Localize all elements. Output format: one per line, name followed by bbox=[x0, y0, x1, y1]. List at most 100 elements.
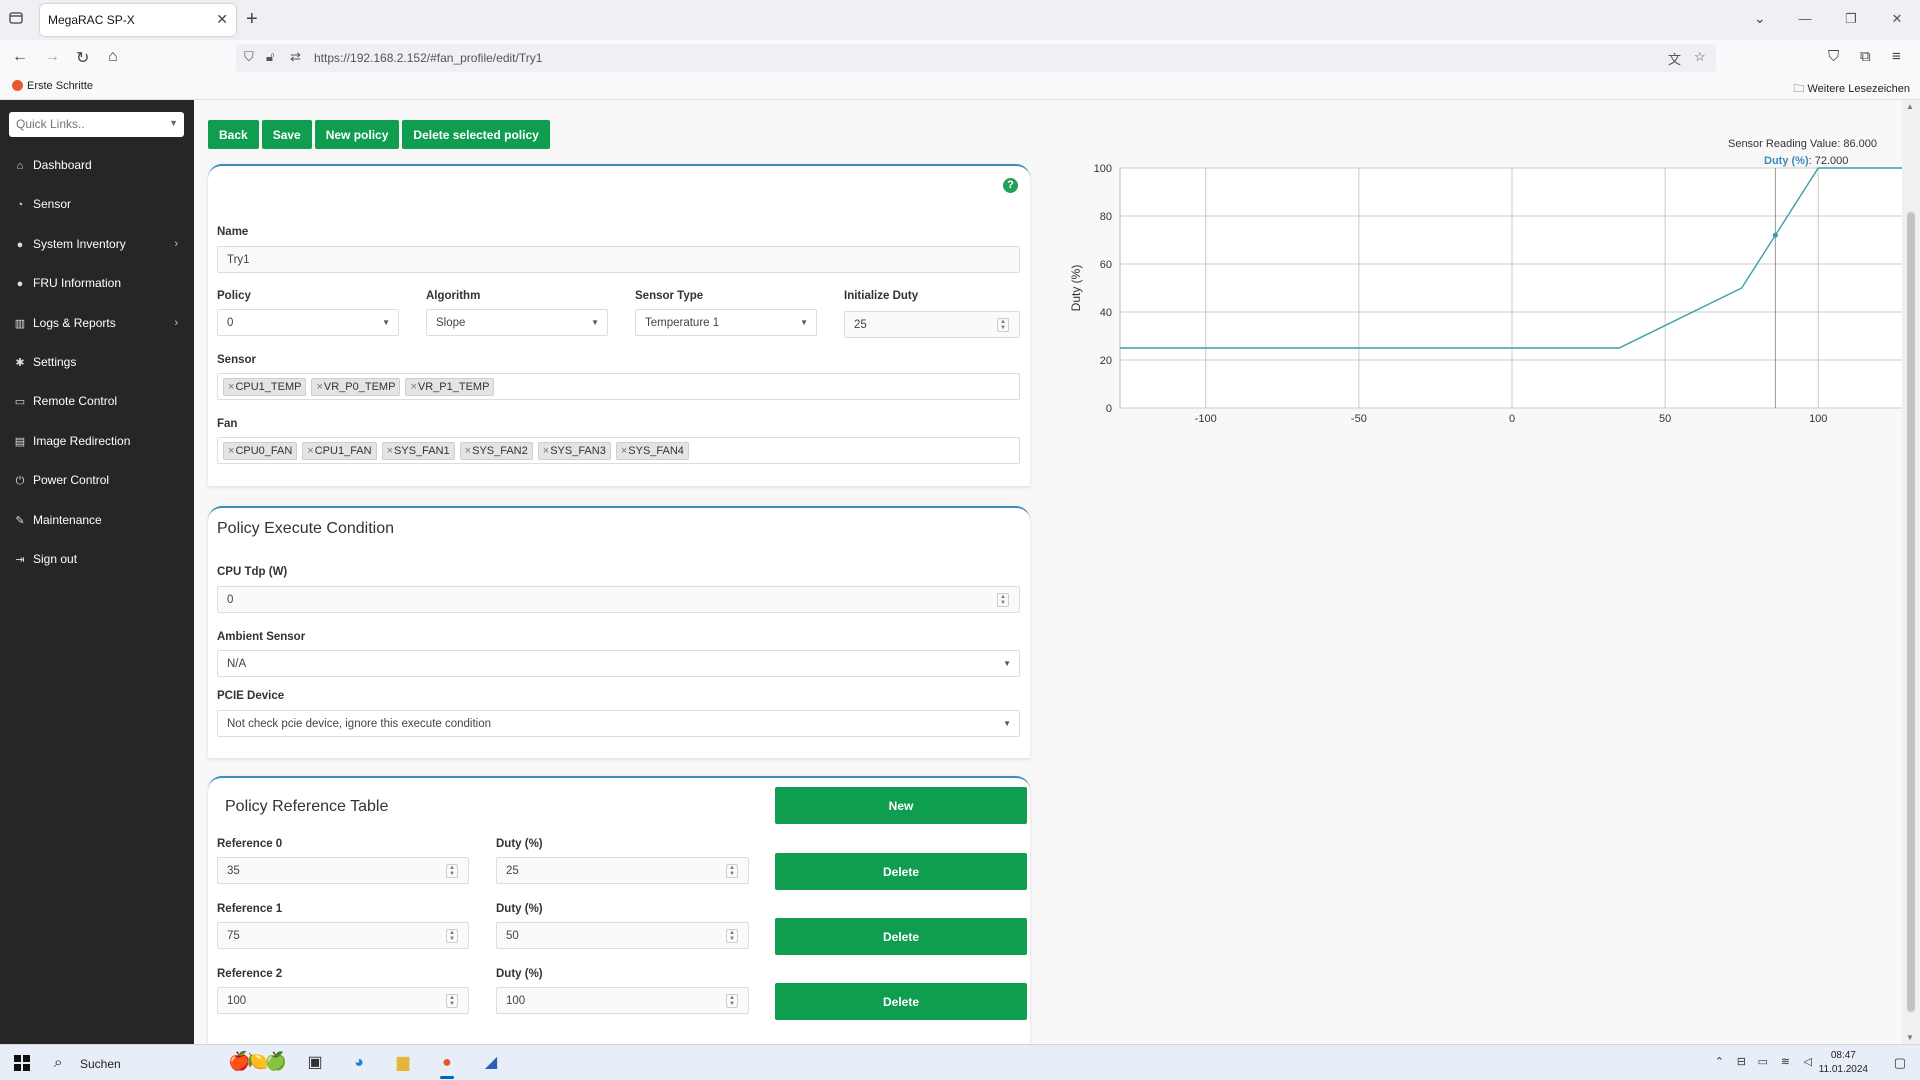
new-policy-button[interactable]: New policy bbox=[314, 120, 400, 149]
sidebar-item-remote-control[interactable]: ▭ Remote Control bbox=[0, 382, 194, 421]
file-explorer-icon[interactable]: ▆ bbox=[390, 1051, 416, 1075]
permissions-icon[interactable]: ⇄ bbox=[290, 49, 301, 65]
menu-icon[interactable]: ≡ bbox=[1892, 48, 1901, 65]
star-icon[interactable]: ☆ bbox=[1694, 49, 1706, 65]
remove-tag-icon[interactable]: × bbox=[316, 381, 322, 393]
caret-down-icon[interactable]: ▼ bbox=[169, 118, 178, 128]
tab-list-icon[interactable] bbox=[8, 10, 28, 30]
duty-value-stepper[interactable]: 50 ▲ ▼ bbox=[496, 922, 749, 949]
tag-chip[interactable]: ×SYS_FAN2 bbox=[459, 442, 533, 460]
sensor-multiselect[interactable]: ×CPU1_TEMP ×VR_P0_TEMP ×VR_P1_TEMP bbox=[217, 373, 1020, 400]
taskbar-clock[interactable]: 08:47 11.01.2024 bbox=[1819, 1049, 1868, 1077]
tag-chip[interactable]: ×CPU1_FAN bbox=[302, 442, 377, 460]
tag-chip[interactable]: ×CPU1_TEMP bbox=[223, 378, 307, 396]
url-text[interactable]: https://192.168.2.152/#fan_profile/edit/… bbox=[314, 51, 542, 65]
spinner-icon[interactable]: ▲ ▼ bbox=[726, 929, 738, 943]
bookmark-getting-started[interactable]: Erste Schritte bbox=[12, 80, 93, 92]
sidebar-item-settings[interactable]: ✱ Settings bbox=[0, 343, 194, 382]
wifi-icon[interactable]: ≋ bbox=[1781, 1055, 1790, 1068]
battery-icon[interactable]: ▭ bbox=[1758, 1055, 1768, 1068]
tag-chip[interactable]: ×VR_P1_TEMP bbox=[405, 378, 495, 396]
scrollbar-thumb[interactable] bbox=[1907, 212, 1915, 1012]
new-tab-icon[interactable]: + bbox=[246, 8, 258, 31]
sensor-type-select[interactable]: Temperature 1 ▼ bbox=[635, 309, 817, 336]
tag-chip[interactable]: ×SYS_FAN3 bbox=[537, 442, 611, 460]
sidebar-item-power-control[interactable]: ⏻ Power Control bbox=[0, 461, 194, 500]
sidebar-item-system-inventory[interactable]: ● System Inventory › bbox=[0, 225, 194, 264]
name-input[interactable]: Try1 bbox=[217, 246, 1020, 273]
fan-multiselect[interactable]: ×CPU0_FAN ×CPU1_FAN ×SYS_FAN1 ×SYS_FAN2 ×SYS… bbox=[217, 437, 1020, 464]
spinner-icon[interactable]: ▲ ▼ bbox=[726, 994, 738, 1008]
remove-tag-icon[interactable]: × bbox=[543, 445, 549, 457]
duty-value-stepper[interactable]: 100 ▲ ▼ bbox=[496, 987, 749, 1014]
scroll-down-icon[interactable]: ▼ bbox=[1906, 1033, 1914, 1042]
spinner-icon[interactable]: ▲ ▼ bbox=[997, 593, 1009, 607]
tag-chip[interactable]: ×CPU0_FAN bbox=[223, 442, 298, 460]
chevron-up-icon[interactable]: ⌃ bbox=[1715, 1055, 1724, 1068]
remote-desktop-icon[interactable]: ◢ bbox=[478, 1051, 504, 1075]
sidebar-item-image-redirection[interactable]: ▤ Image Redirection bbox=[0, 422, 194, 461]
help-icon[interactable]: ? bbox=[1003, 178, 1018, 193]
browser-tab[interactable]: MegaRAC SP-X ✕ bbox=[40, 4, 236, 36]
sidebar-item-logs-reports[interactable]: ▥ Logs & Reports › bbox=[0, 304, 194, 343]
remove-tag-icon[interactable]: × bbox=[387, 445, 393, 457]
edge-icon[interactable]: ◕ bbox=[346, 1051, 372, 1075]
duty-value-stepper[interactable]: 25 ▲ ▼ bbox=[496, 857, 749, 884]
sidebar-item-fru-information[interactable]: ● FRU Information bbox=[0, 264, 194, 303]
reference-value-stepper[interactable]: 100 ▲ ▼ bbox=[217, 987, 469, 1014]
windows-start-icon[interactable] bbox=[14, 1055, 30, 1071]
policy-select[interactable]: 0 ▼ bbox=[217, 309, 399, 336]
spinner-icon[interactable]: ▲ ▼ bbox=[726, 864, 738, 878]
delete-reference-button[interactable]: Delete bbox=[775, 853, 1027, 890]
sidebar-item-maintenance[interactable]: ✎ Maintenance bbox=[0, 501, 194, 540]
firefox-icon[interactable]: ● bbox=[434, 1051, 460, 1079]
remove-tag-icon[interactable]: × bbox=[465, 445, 471, 457]
task-view-icon[interactable]: ▣ bbox=[302, 1051, 328, 1075]
lock-icon[interactable]: 🔓︎ bbox=[266, 49, 274, 65]
pocket-icon[interactable]: ⛉ bbox=[1828, 48, 1839, 65]
reference-value-stepper[interactable]: 35 ▲ ▼ bbox=[217, 857, 469, 884]
network-drive-icon[interactable]: ⊟ bbox=[1737, 1055, 1746, 1068]
ambient-sensor-select[interactable]: N/A ▼ bbox=[217, 650, 1020, 677]
forward-arrow-icon[interactable]: → bbox=[44, 48, 60, 66]
home-icon[interactable]: ⌂ bbox=[108, 48, 118, 66]
init-duty-stepper[interactable]: 25 ▲ ▼ bbox=[844, 311, 1020, 338]
close-window-icon[interactable]: ✕ bbox=[1874, 0, 1920, 40]
quick-links-select[interactable]: ▼ bbox=[9, 112, 184, 137]
notifications-icon[interactable]: ▢ bbox=[1894, 1055, 1906, 1071]
shield-icon[interactable]: ⛉ bbox=[244, 49, 254, 65]
spinner-icon[interactable]: ▲ ▼ bbox=[446, 929, 458, 943]
sidebar-item-sensor[interactable]: ◔ Sensor bbox=[0, 185, 194, 224]
reference-value-stepper[interactable]: 75 ▲ ▼ bbox=[217, 922, 469, 949]
quick-links-input[interactable] bbox=[9, 112, 159, 135]
tag-chip[interactable]: ×SYS_FAN1 bbox=[381, 442, 455, 460]
page-scrollbar[interactable]: ▲ ▼ bbox=[1902, 100, 1920, 1044]
extensions-icon[interactable]: ⧉ bbox=[1860, 48, 1871, 65]
delete-policy-button[interactable]: Delete selected policy bbox=[402, 120, 550, 149]
cpu-tdp-stepper[interactable]: 0 ▲ ▼ bbox=[217, 586, 1020, 613]
restore-icon[interactable]: ❐ bbox=[1828, 0, 1874, 40]
back-button[interactable]: Back bbox=[208, 120, 259, 149]
sidebar-item-sign-out[interactable]: ⇥ Sign out bbox=[0, 540, 194, 579]
taskbar-search[interactable]: ⌕ Suchen bbox=[46, 1048, 226, 1078]
spinner-icon[interactable]: ▲ ▼ bbox=[446, 864, 458, 878]
sidebar-item-dashboard[interactable]: ⌂ Dashboard bbox=[0, 146, 194, 185]
scroll-up-icon[interactable]: ▲ bbox=[1906, 102, 1914, 111]
back-arrow-icon[interactable]: ← bbox=[12, 48, 28, 66]
delete-reference-button[interactable]: Delete bbox=[775, 983, 1027, 1020]
tag-chip[interactable]: ×SYS_FAN4 bbox=[615, 442, 689, 460]
close-tab-icon[interactable]: ✕ bbox=[216, 11, 228, 28]
fruit-widget-icon[interactable]: 🍎🍋🍏 bbox=[228, 1051, 287, 1072]
remove-tag-icon[interactable]: × bbox=[228, 445, 234, 457]
chevron-down-icon[interactable]: ⌄ bbox=[1754, 10, 1766, 27]
remove-tag-icon[interactable]: × bbox=[307, 445, 313, 457]
tag-chip[interactable]: ×VR_P0_TEMP bbox=[311, 378, 401, 396]
remove-tag-icon[interactable]: × bbox=[228, 381, 234, 393]
save-button[interactable]: Save bbox=[261, 120, 312, 149]
other-bookmarks[interactable]: 🗀 Weitere Lesezeichen bbox=[1793, 80, 1910, 99]
minimize-icon[interactable]: — bbox=[1782, 0, 1828, 40]
reload-icon[interactable]: ↻ bbox=[76, 48, 89, 68]
new-reference-button[interactable]: New bbox=[775, 787, 1027, 824]
speaker-icon[interactable]: ◁ bbox=[1804, 1055, 1812, 1068]
url-bar[interactable]: ⛉ 🔓︎ ⇄ https://192.168.2.152/#fan_profil… bbox=[236, 44, 1716, 72]
